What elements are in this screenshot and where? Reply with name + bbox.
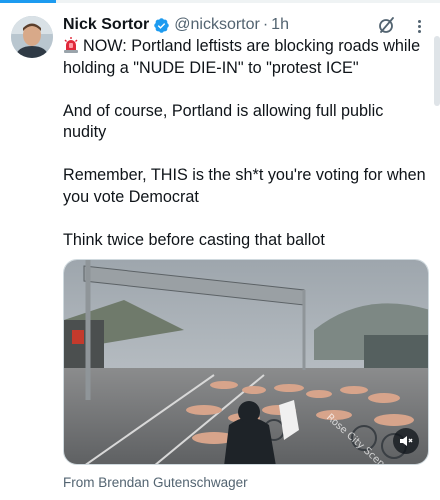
tweet-line-4: Think twice before casting that ballot	[63, 230, 325, 249]
author-name[interactable]: Nick Sortor	[63, 16, 149, 34]
tweet-line-3: Remember, THIS is the sh*t you're voting…	[63, 166, 431, 206]
tweet-header: Nick Sortor @nicksortor · 1h	[63, 15, 289, 35]
tweet-line-1: NOW: Portland leftists are blocking road…	[63, 37, 425, 77]
mute-toggle-button[interactable]	[393, 428, 419, 454]
more-options-icon[interactable]	[411, 17, 427, 35]
speaker-muted-icon	[399, 434, 413, 448]
tweet-video[interactable]: Rose City Scene	[63, 259, 429, 465]
tweet-line-2: And of course, Portland is allowing full…	[63, 101, 388, 142]
verified-badge-icon[interactable]	[153, 17, 170, 34]
tweet-body: NOW: Portland leftists are blocking road…	[63, 36, 429, 251]
active-tab-indicator	[0, 0, 56, 3]
separator-dot: ·	[262, 16, 269, 33]
author-avatar[interactable]	[11, 16, 53, 58]
tweet-timestamp[interactable]: 1h	[271, 16, 289, 34]
police-siren-emoji	[63, 37, 79, 53]
scrollbar-thumb[interactable]	[434, 36, 440, 106]
grok-icon[interactable]	[377, 15, 397, 35]
author-handle[interactable]: @nicksortor	[174, 16, 260, 34]
top-divider	[0, 0, 440, 3]
video-source-attribution[interactable]: From Brendan Gutenschwager	[63, 475, 248, 490]
